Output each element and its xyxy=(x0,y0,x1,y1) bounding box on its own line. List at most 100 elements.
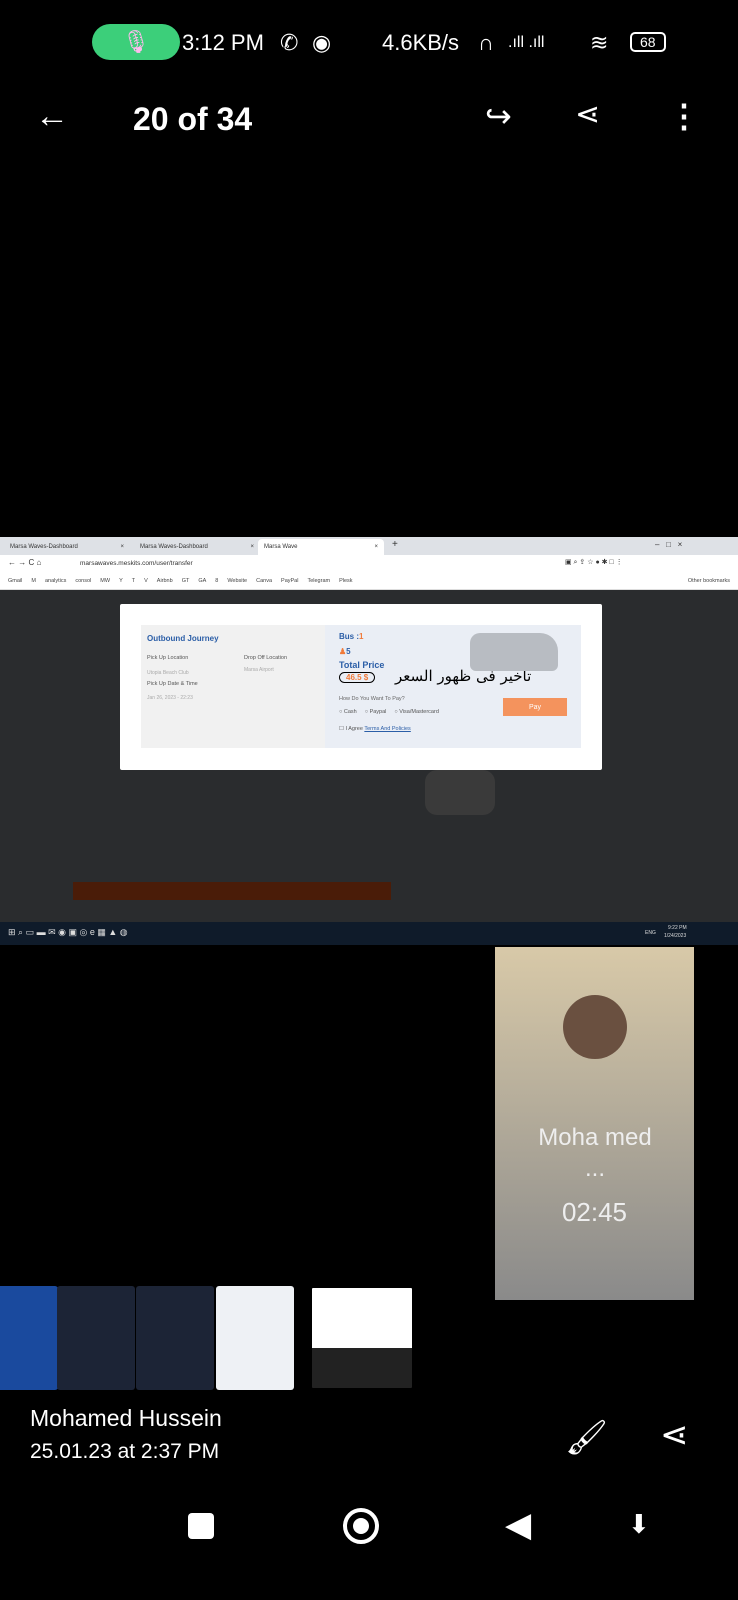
thumbnail[interactable] xyxy=(57,1286,135,1390)
bookmark[interactable]: Gmail xyxy=(8,578,22,584)
share-icon[interactable]: ⋖ xyxy=(660,1415,689,1455)
journey-title: Outbound Journey xyxy=(147,634,219,643)
call-overlay[interactable]: Moha med ... 02:45 xyxy=(495,947,694,1300)
back-arrow-icon[interactable]: ← xyxy=(35,97,69,136)
bookmark[interactable]: 8 xyxy=(215,578,218,584)
passenger-count: 5 xyxy=(346,647,351,656)
tab[interactable]: Marsa Waves-Dashboard × xyxy=(4,539,130,555)
status-bar: 🎙 3:12 PM ✆ ◉ 4.6KB/s ∩ .ıll .ıll ≋ 68 xyxy=(0,22,738,62)
wifi-icon: ≋ xyxy=(590,30,609,55)
close-icon[interactable]: × xyxy=(120,544,124,550)
screenshot-image[interactable]: Marsa Waves-Dashboard × Marsa Waves-Dashb… xyxy=(0,537,738,945)
forward-icon[interactable]: ↪ xyxy=(485,97,512,135)
journey-panel: Outbound Journey Pick Up Location Utopia… xyxy=(141,625,325,748)
clock: 3:12 PM xyxy=(182,30,264,55)
option-label: Visa/Mastercard xyxy=(399,709,439,715)
pickup-label: Pick Up Location xyxy=(147,655,189,661)
headphones-icon: ∩ xyxy=(478,30,494,55)
booking-modal: Outbound Journey Pick Up Location Utopia… xyxy=(120,604,602,770)
bookmark[interactable]: Y xyxy=(119,578,123,584)
close-icon[interactable]: × xyxy=(374,544,378,550)
back-button[interactable]: ◀ xyxy=(505,1505,531,1545)
thumbnail-current[interactable] xyxy=(310,1286,414,1390)
image-info: Mohamed Hussein 25.01.23 at 2:37 PM xyxy=(30,1405,222,1464)
bookmark[interactable]: GA xyxy=(198,578,206,584)
share-icon[interactable]: ⋖ xyxy=(575,97,600,132)
dropoff-value: Marsa Airport xyxy=(244,667,274,673)
radio-paypal[interactable]: ○ Paypal xyxy=(365,709,387,715)
home-button[interactable] xyxy=(343,1508,379,1544)
close-icon[interactable]: × xyxy=(250,544,254,550)
bus-label: Bus : xyxy=(339,632,359,641)
browser-tabs: Marsa Waves-Dashboard × Marsa Waves-Dashb… xyxy=(0,537,738,555)
bookmark[interactable]: V xyxy=(144,578,148,584)
nav-icons[interactable]: ← → C ⌂ xyxy=(8,558,41,567)
keyboard-hide-icon[interactable]: ⬇ xyxy=(628,1509,650,1540)
bus-value: 1 xyxy=(359,632,364,641)
sent-date: 25.01.23 at 2:37 PM xyxy=(30,1440,220,1463)
thumbnail[interactable] xyxy=(136,1286,214,1390)
phone-icon: ✆ xyxy=(280,30,299,55)
bookmark[interactable]: consol xyxy=(75,578,91,584)
recents-button[interactable] xyxy=(188,1513,214,1539)
bookmark[interactable]: MW xyxy=(100,578,110,584)
signal-icon: .ıll .ıll xyxy=(508,34,545,51)
radio-visa[interactable]: ○ Visa/Mastercard xyxy=(394,709,439,715)
tab-label: Marsa Waves-Dashboard xyxy=(140,544,208,550)
start-icon[interactable]: ⊞ ⌕ ▭ ▬ ✉ ◉ ▣ ◎ e ▦ ▲ ◍ xyxy=(8,927,128,938)
network-speed: 4.6KB/s xyxy=(382,30,460,55)
language-indicator[interactable]: ENG xyxy=(645,930,656,936)
thumbnail[interactable] xyxy=(0,1286,58,1390)
bookmark[interactable]: Telegram xyxy=(307,578,330,584)
total-label: Total Price xyxy=(339,660,385,670)
thumbnail-strip xyxy=(0,1286,420,1390)
bookmark[interactable]: analytics xyxy=(45,578,66,584)
option-label: Paypal xyxy=(369,709,387,715)
bookmark[interactable]: T xyxy=(132,578,135,584)
total-price: 46.5 $ xyxy=(339,672,376,683)
windows-taskbar: ⊞ ⌕ ▭ ▬ ✉ ◉ ▣ ◎ e ▦ ▲ ◍ ENG 9:22 PM 1/24… xyxy=(0,922,738,945)
thumbnail[interactable] xyxy=(216,1286,294,1390)
book-button[interactable] xyxy=(73,882,391,900)
datetime-value: Jan 26, 2023 - 22:23 xyxy=(147,695,193,701)
bookmark[interactable]: Canva xyxy=(256,578,272,584)
datetime-label: Pick Up Date & Time xyxy=(147,681,198,687)
battery-icon: 68 xyxy=(630,32,666,52)
pay-button[interactable]: Pay xyxy=(503,698,567,716)
call-duration: 02:45 xyxy=(561,1197,628,1227)
microphone-icon: 🎙 xyxy=(122,29,150,54)
window-controls[interactable]: – □ × xyxy=(655,540,682,549)
car-image xyxy=(425,770,495,815)
viewer-toolbar: ← 20 of 34 ↪ ⋖ ⋮ xyxy=(0,95,738,145)
radio-cash[interactable]: ○ Cash xyxy=(339,709,357,715)
pay-question: How Do You Want To Pay? xyxy=(339,696,405,702)
tab-active[interactable]: Marsa Wave × xyxy=(258,539,384,555)
bookmark[interactable]: PayPal xyxy=(281,578,298,584)
caller-name: Moha med ... xyxy=(538,1124,652,1182)
more-icon[interactable]: ⋮ xyxy=(668,97,700,135)
terms-link[interactable]: Terms And Policies xyxy=(364,726,410,732)
address-bar: ← → C ⌂ marsawaves.meskits.com/user/tran… xyxy=(0,555,738,573)
android-nav-bar: ◀ ⬇ xyxy=(0,1505,738,1545)
bookmark[interactable]: Plesk xyxy=(339,578,352,584)
bookmark[interactable]: M xyxy=(31,578,36,584)
app-icon: ◉ xyxy=(312,30,332,55)
bookmark[interactable]: Airbnb xyxy=(157,578,173,584)
tab-label: Marsa Waves-Dashboard xyxy=(10,544,78,550)
tab[interactable]: Marsa Waves-Dashboard × xyxy=(134,539,260,555)
option-label: Cash xyxy=(343,709,357,715)
van-image xyxy=(470,633,558,671)
extension-icons[interactable]: ▣ ⌕ ⇪ ☆ ● ✱ □ ⋮ xyxy=(565,558,623,567)
tab-label: Marsa Wave xyxy=(264,544,298,550)
edit-brush-icon[interactable]: 🖌 xyxy=(565,1418,608,1458)
bookmark[interactable]: GT xyxy=(182,578,190,584)
price-panel: Bus :1 ♟5 Total Price 46.5 $ تاخير فى ظه… xyxy=(325,625,581,748)
mic-indicator[interactable]: 🎙 xyxy=(92,24,180,60)
taskbar-date: 1/24/2023 xyxy=(664,933,687,939)
bookmark[interactable]: Website xyxy=(227,578,247,584)
url-field[interactable]: marsawaves.meskits.com/user/transfer xyxy=(80,560,193,567)
new-tab-icon[interactable]: + xyxy=(392,539,398,550)
agree-label: I Agree xyxy=(345,726,363,732)
sender-name: Mohamed Hussein xyxy=(30,1405,222,1431)
other-bookmarks[interactable]: Other bookmarks xyxy=(688,578,730,584)
